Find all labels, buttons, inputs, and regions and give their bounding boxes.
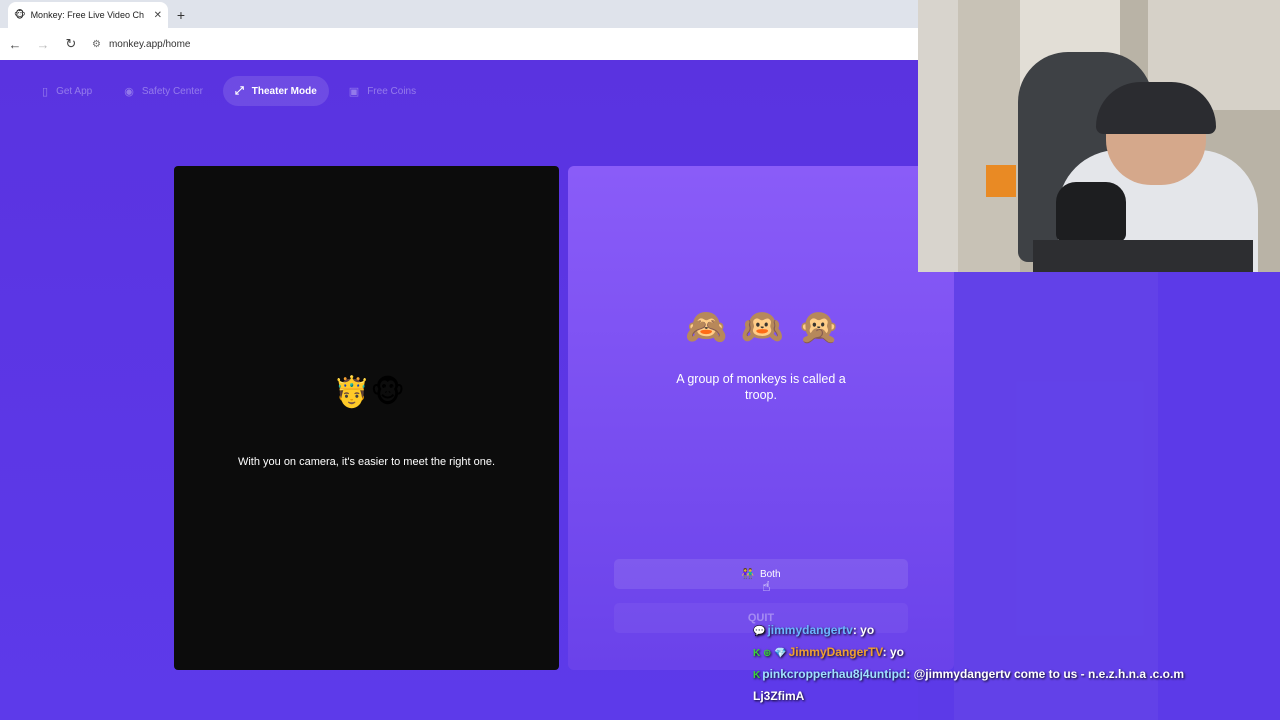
gender-both-button[interactable]: 👫 Both [614, 559, 908, 589]
three-monkeys: 🙈 🙉 🙊 [685, 310, 840, 344]
forward-arrow-icon[interactable]: → [36, 37, 50, 52]
couple-icon: 👫 [741, 568, 754, 580]
address-bar[interactable]: ⚙ monkey.app/home [92, 39, 191, 50]
coins-icon: ▣ [348, 85, 360, 98]
safety-center-label: Safety Center [141, 85, 203, 97]
browser-tab[interactable]: 🐵 Monkey: Free Live Video Ch ✕ [8, 2, 168, 28]
chat-text: yo [860, 623, 875, 637]
url-text[interactable]: monkey.app/home [109, 39, 191, 50]
free-coins-button[interactable]: ▣ Free Coins [337, 76, 428, 106]
mic-arm [1033, 240, 1253, 272]
match-card [568, 166, 954, 670]
phone-icon: ▯ [42, 85, 49, 98]
stream-chat: 💬 jimmydangertv: yo K ⊕ 💎 JimmyDangerTV: y… [753, 620, 1273, 706]
chat-message: 💬 jimmydangertv: yo [753, 620, 1273, 642]
speak-no-evil-monkey-icon: 🙊 [797, 308, 840, 346]
chat-username: JimmyDangerTV [788, 645, 883, 659]
monkey-camera-icon: 🤴🐵 [333, 376, 406, 409]
headphones-cap [1096, 82, 1216, 134]
wall [958, 0, 1020, 272]
chat-text: yo [890, 645, 905, 659]
door [918, 0, 958, 272]
tab-title: Monkey: Free Live Video Ch [30, 10, 144, 20]
chat-message: Kpinkcropperhau8j4untipd: @jimmydangertv… [753, 664, 1273, 686]
chat-username: jimmydangertv [767, 623, 853, 637]
top-navigation: ▯ Get App ◉ Safety Center ⤢ Theater Mode… [30, 76, 428, 106]
new-tab-button[interactable]: + [168, 2, 194, 28]
tab-bar: 🐵 Monkey: Free Live Video Ch ✕ + [0, 0, 918, 28]
chat-separator: : [906, 667, 914, 681]
streamer-webcam [918, 0, 1280, 272]
expand-icon: ⤢ [234, 84, 244, 97]
reload-icon[interactable]: ↻ [64, 36, 78, 52]
safety-center-button[interactable]: ◉ Safety Center [112, 76, 215, 106]
get-app-button[interactable]: ▯ Get App [30, 76, 104, 106]
browser-toolbar: ← → ↻ ⚙ monkey.app/home [0, 28, 918, 60]
chat-message: K ⊕ 💎 JimmyDangerTV: yo [753, 642, 1273, 664]
free-coins-label: Free Coins [367, 85, 417, 97]
chat-text: @jimmydangertv come to us - n.e.z.h.n.a … [913, 667, 1185, 681]
monkey-fact: A group of monkeys is called a troop. [676, 372, 846, 402]
microphone [1056, 182, 1126, 242]
chat-badge-icon: K [753, 670, 761, 681]
chat-separator: : [882, 645, 890, 659]
chat-username: pinkcropperhau8j4untipd [762, 667, 907, 681]
camera-message: With you on camera, it's easier to meet … [237, 456, 496, 468]
see-no-evil-monkey-icon: 🙈 [685, 308, 728, 346]
back-arrow-icon[interactable]: ← [8, 37, 22, 52]
site-settings-icon[interactable]: ⚙ [92, 39, 101, 50]
camera-preview [174, 166, 559, 670]
monkey-favicon-icon: 🐵 [14, 9, 26, 21]
browser-window: 🐵 Monkey: Free Live Video Ch ✕ + ← → ↻ ⚙… [0, 0, 918, 60]
chat-text: Lj3ZfimA [753, 689, 805, 703]
chat-badge-icon: K ⊕ 💎 [753, 648, 787, 659]
hear-no-evil-monkey-icon: 🙉 [741, 308, 784, 346]
orange-bucket [986, 165, 1016, 197]
theater-mode-button[interactable]: ⤢ Theater Mode [222, 76, 329, 106]
chat-badge-icon: 💬 [753, 626, 766, 637]
get-app-label: Get App [56, 85, 93, 97]
shield-icon: ◉ [124, 85, 134, 98]
hand-cursor-icon: ☝ [762, 578, 771, 594]
close-icon[interactable]: ✕ [154, 10, 162, 21]
chat-message: Lj3ZfimA [753, 686, 1273, 706]
theater-mode-label: Theater Mode [251, 85, 317, 97]
